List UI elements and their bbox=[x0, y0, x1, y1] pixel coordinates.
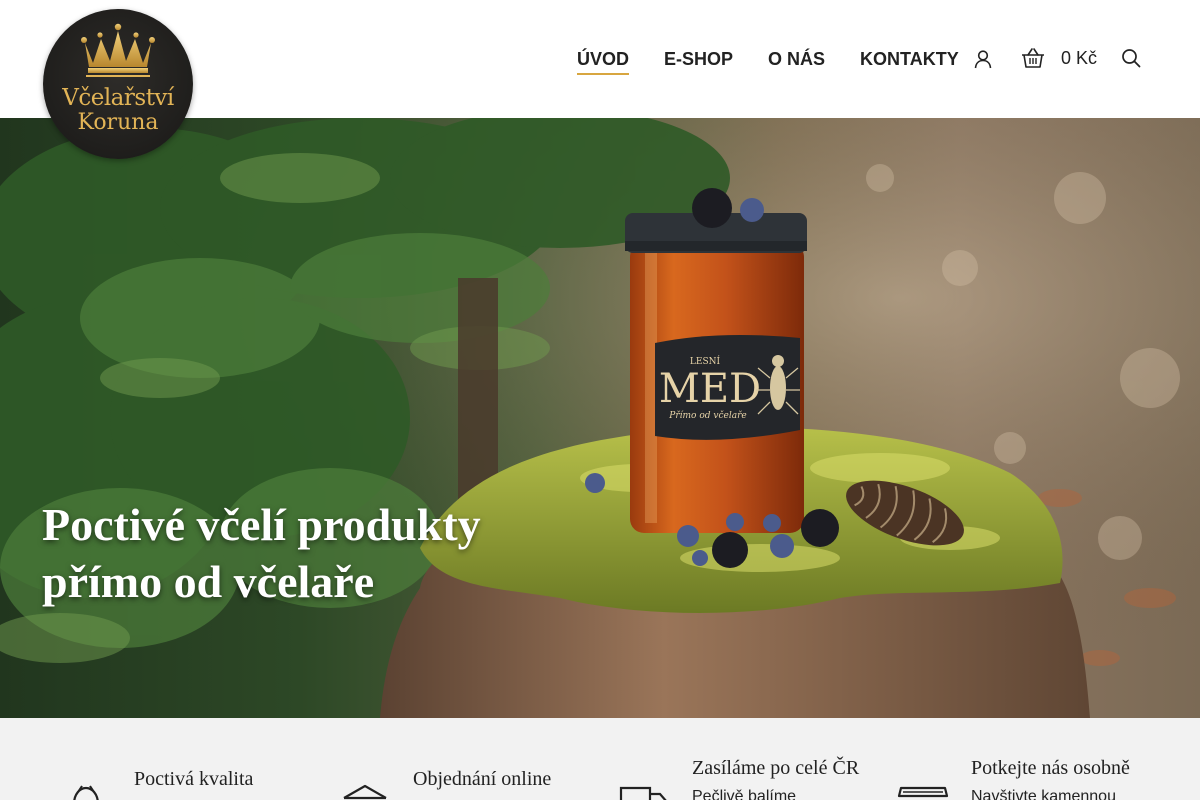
feature-subtitle: Pečlivě balíme bbox=[692, 788, 797, 800]
feature-visit-us: Potkejte nás osobně Navštivte kamennou bbox=[897, 718, 1177, 800]
logo-text-line2: Koruna bbox=[77, 110, 159, 135]
nav-item-uvod[interactable]: ÚVOD bbox=[577, 48, 630, 75]
jar-label-script: Přímo od včelaře bbox=[668, 410, 746, 421]
nav-item-eshop[interactable]: E-SHOP bbox=[664, 48, 733, 70]
shop-icon bbox=[897, 786, 949, 798]
hero-title-line1: Poctivé včelí produkty bbox=[42, 499, 481, 550]
hero-title-line2: přímo od včelaře bbox=[42, 556, 375, 607]
basket-icon bbox=[1022, 48, 1044, 68]
nav-item-kontakty[interactable]: KONTAKTY bbox=[860, 48, 959, 70]
site-logo[interactable]: Včelařství Koruna bbox=[43, 9, 193, 159]
search-button[interactable] bbox=[1121, 48, 1141, 68]
feature-subtitle: Navštivte kamennou bbox=[971, 788, 1116, 800]
box-icon bbox=[343, 784, 387, 800]
truck-icon bbox=[619, 786, 667, 800]
main-nav: ÚVOD E-SHOP O NÁS KONTAKTY bbox=[577, 48, 959, 75]
hero-image: LESNÍ MED Přímo od včelaře bbox=[0, 118, 1200, 718]
feature-title: Poctivá kvalita bbox=[134, 768, 254, 790]
nav-item-o-nas[interactable]: O NÁS bbox=[768, 48, 825, 70]
cart-button[interactable]: 0 Kč bbox=[1021, 47, 1097, 69]
crown-icon bbox=[81, 23, 155, 77]
user-icon bbox=[974, 50, 992, 69]
feature-title: Zasíláme po celé ČR bbox=[692, 757, 860, 779]
feature-quality: Poctivá kvalita bbox=[60, 718, 320, 800]
logo-text-line1: Včelařství bbox=[62, 85, 174, 111]
cart-total: 0 Kč bbox=[1061, 47, 1098, 68]
feature-online-order: Objednání online bbox=[340, 718, 600, 800]
feature-title: Objednání online bbox=[413, 768, 552, 790]
features-bar: Poctivá kvalita Objednání online Zasílám… bbox=[0, 718, 1200, 800]
user-account-button[interactable] bbox=[973, 49, 993, 69]
search-icon bbox=[1122, 49, 1141, 68]
feature-shipping: Zasíláme po celé ČR Pečlivě balíme bbox=[618, 718, 888, 800]
feature-title: Potkejte nás osobně bbox=[971, 757, 1130, 779]
hero-title: Poctivé včelí produkty přímo od včelaře bbox=[42, 496, 481, 610]
jar-label-main: MED bbox=[659, 366, 761, 412]
bee-icon bbox=[73, 785, 99, 800]
hero-banner: LESNÍ MED Přímo od včelaře Poctivé včelí… bbox=[0, 118, 1200, 718]
